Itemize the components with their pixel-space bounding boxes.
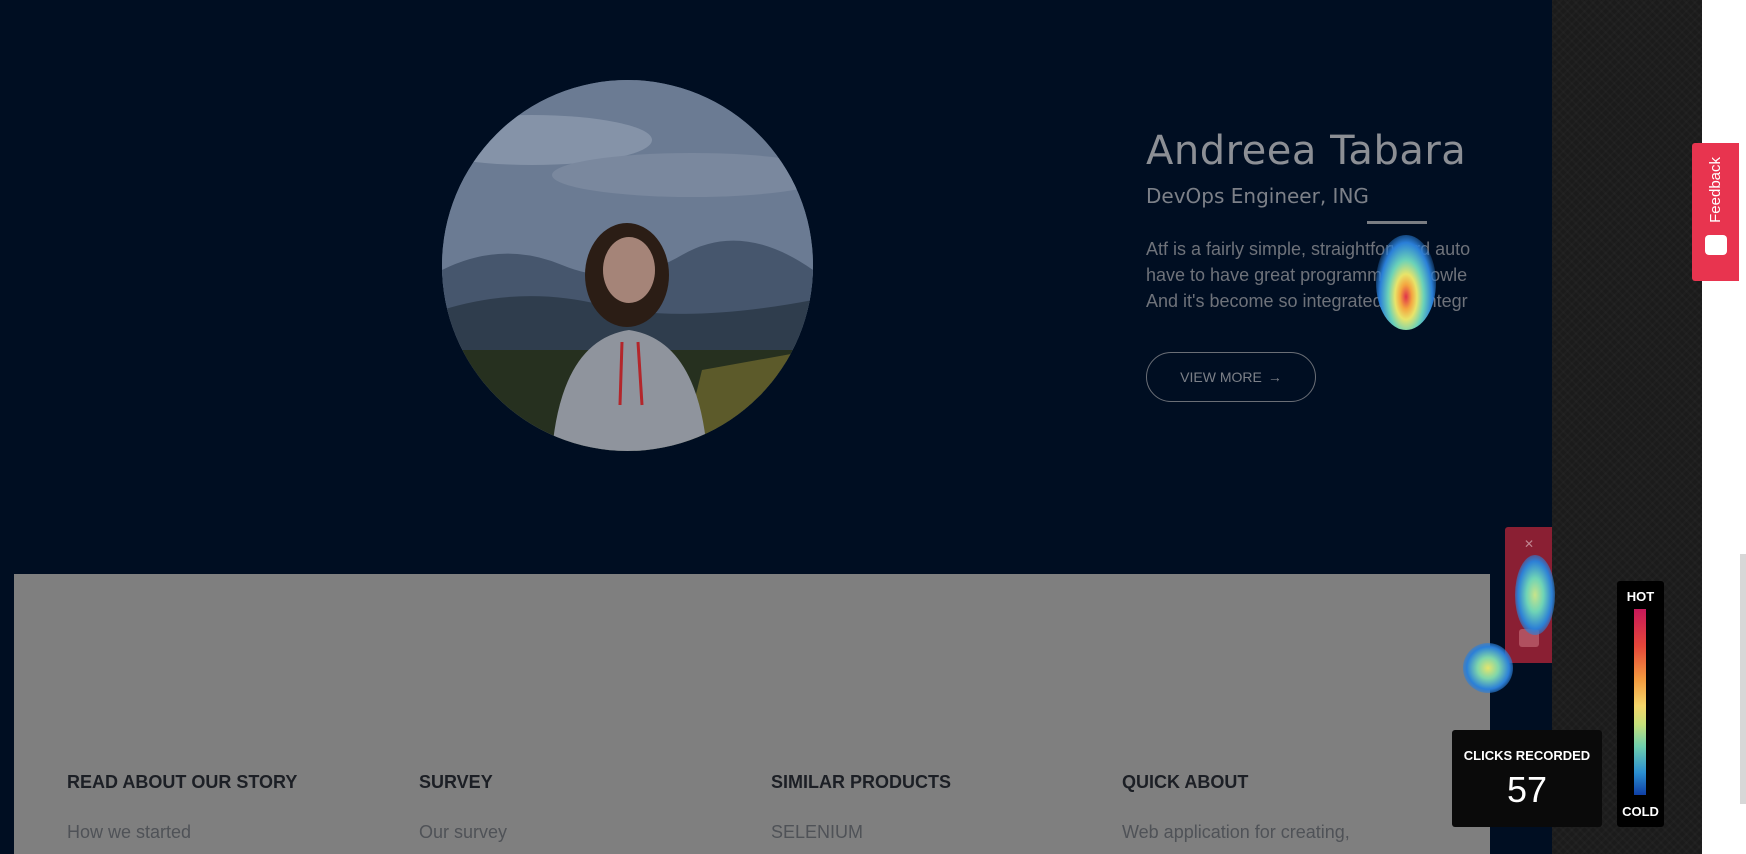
footer-heading: SIMILAR PRODUCTS bbox=[771, 772, 951, 792]
footer-heading: SURVEY bbox=[419, 772, 493, 792]
profile-photo bbox=[442, 80, 813, 451]
profile-role: DevOps Engineer, ING bbox=[1146, 184, 1369, 208]
profile-name: Andreea Tabara bbox=[1146, 128, 1467, 174]
heatmap-legend: HOT COLD bbox=[1617, 581, 1664, 827]
page: Andreea Tabara DevOps Engineer, ING Atf … bbox=[0, 0, 1552, 854]
footer-link[interactable]: Our survey bbox=[419, 822, 507, 843]
testimonial-section: Andreea Tabara DevOps Engineer, ING Atf … bbox=[0, 0, 1552, 574]
footer-column-story: READ ABOUT OUR STORY How we started bbox=[67, 772, 297, 843]
heat-spot bbox=[1376, 235, 1436, 330]
heat-spot bbox=[1515, 555, 1555, 635]
footer-column-products: SIMILAR PRODUCTS SELENIUM bbox=[771, 772, 951, 843]
clicks-recorded-panel: CLICKS RECORDED 57 bbox=[1452, 730, 1602, 827]
legend-hot-label: HOT bbox=[1626, 589, 1655, 604]
heat-spot bbox=[1463, 643, 1513, 693]
feedback-tab[interactable]: Feedback bbox=[1692, 143, 1739, 281]
feedback-label: Feedback bbox=[1707, 157, 1724, 223]
footer-link[interactable]: SELENIUM bbox=[771, 822, 951, 843]
footer-heading: QUICK ABOUT bbox=[1122, 772, 1249, 792]
profile-description: Atf is a fairly simple, straightforward … bbox=[1146, 236, 1490, 314]
description-line: Atf is a fairly simple, straightforward … bbox=[1146, 239, 1471, 259]
view-more-button[interactable]: VIEW MORE → bbox=[1146, 352, 1316, 402]
description-line: have to have great programming knowle bbox=[1146, 265, 1468, 285]
arrow-right-icon: → bbox=[1267, 369, 1282, 385]
clicks-recorded-count: 57 bbox=[1506, 769, 1548, 810]
footer-column-survey: SURVEY Our survey bbox=[419, 772, 507, 843]
footer-heading: READ ABOUT OUR STORY bbox=[67, 772, 298, 792]
view-more-label: VIEW MORE bbox=[1180, 369, 1262, 385]
smile-icon bbox=[1704, 234, 1727, 255]
scrollbar[interactable] bbox=[1740, 554, 1746, 804]
footer-text: Web application for creating, bbox=[1122, 822, 1350, 842]
footer-column-about: QUICK ABOUT Web application for creating… bbox=[1122, 772, 1350, 843]
legend-cold-label: COLD bbox=[1622, 804, 1659, 819]
divider bbox=[1367, 221, 1427, 224]
legend-color-scale bbox=[1634, 609, 1646, 795]
description-line: And it's become so integrated and integr bbox=[1146, 291, 1468, 311]
footer-link[interactable]: How we started bbox=[67, 822, 297, 843]
clicks-recorded-label: CLICKS RECORDED bbox=[1463, 748, 1591, 763]
close-icon: ✕ bbox=[1524, 537, 1535, 551]
